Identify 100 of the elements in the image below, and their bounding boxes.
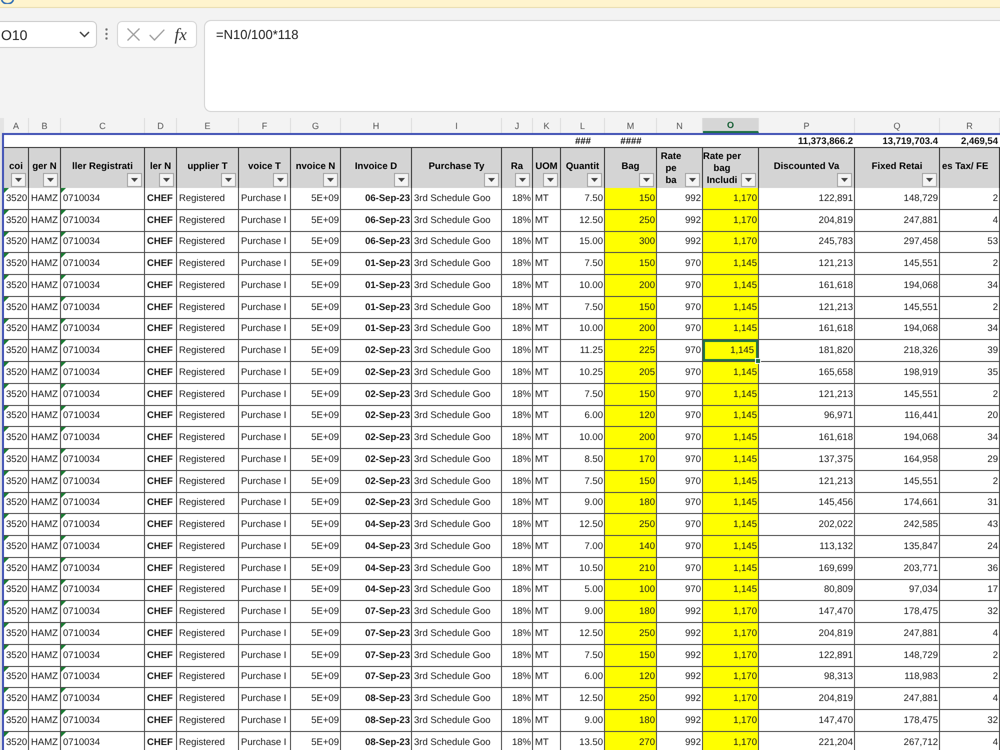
table-cell: HAMZ xyxy=(29,558,61,580)
table-cell: 121,213 xyxy=(759,296,855,318)
table-cell: 5E+09 xyxy=(291,666,341,688)
table-cell: 1,145 xyxy=(703,558,759,580)
filter-button[interactable] xyxy=(484,173,499,187)
table-cell: 3rd Schedule Goo xyxy=(412,253,502,275)
filter-button[interactable] xyxy=(543,173,558,187)
formula-field[interactable]: =N10/100*118 xyxy=(204,20,1000,112)
table-cell: MT xyxy=(533,623,561,645)
chevron-down-icon xyxy=(79,31,90,38)
table-cell: 250 xyxy=(605,688,657,710)
table-cell: HAMZ xyxy=(29,253,61,275)
table-cell: 5E+09 xyxy=(291,580,341,602)
table-cell: 12.50 xyxy=(561,210,605,232)
table-cell: HAMZ xyxy=(29,688,61,710)
filter-button[interactable] xyxy=(43,173,58,187)
filter-button[interactable] xyxy=(741,173,756,187)
table-cell: Purchase I xyxy=(239,580,291,602)
table-cell: 145,551 xyxy=(855,384,940,406)
table-cell: MT xyxy=(533,666,561,688)
filter-button[interactable] xyxy=(515,173,530,187)
filter-button[interactable] xyxy=(685,173,700,187)
table-cell: 170 xyxy=(605,449,657,471)
table-cell: 180 xyxy=(605,601,657,623)
table-cell: 7.50 xyxy=(561,253,605,275)
total-value: 11,373,866.2 xyxy=(798,136,853,146)
cell-text: 0710034 xyxy=(63,258,100,270)
column-letter[interactable]: O xyxy=(703,118,759,133)
table-cell: 5E+09 xyxy=(291,362,341,384)
vertical-dots-icon[interactable] xyxy=(105,28,108,40)
table-cell: MT xyxy=(533,275,561,297)
table-cell: Registered xyxy=(177,710,239,732)
filter-button[interactable] xyxy=(221,173,236,187)
table-cell: 970 xyxy=(657,296,703,318)
cell-text: 3520 xyxy=(6,432,28,444)
table-cell: 18% xyxy=(502,470,533,492)
table-cell: MT xyxy=(533,340,561,362)
filter-button[interactable] xyxy=(159,173,174,187)
table-cell: 3rd Schedule Goo xyxy=(412,666,502,688)
cell-text: 0710034 xyxy=(63,388,100,400)
filter-button[interactable] xyxy=(922,173,937,187)
table-cell: 218,326 xyxy=(855,340,940,362)
table-cell: Purchase I xyxy=(239,623,291,645)
table-cell: 145,551 xyxy=(855,296,940,318)
table-cell: MT xyxy=(533,188,561,210)
cell-text: 0710034 xyxy=(63,454,100,465)
cancel-icon[interactable] xyxy=(127,28,140,41)
check-icon[interactable] xyxy=(149,28,166,40)
table-cell: CHEF xyxy=(145,601,177,623)
header-label: coi xyxy=(9,161,23,173)
table-cell: 204,819 xyxy=(759,623,855,645)
table-cell: 1,145 xyxy=(703,275,759,297)
name-box[interactable]: O10 xyxy=(0,21,97,48)
table-cell: Purchase I xyxy=(239,732,291,750)
table-cell: 4 xyxy=(940,623,1000,645)
table-cell: MT xyxy=(533,514,561,536)
table-cell: 06-Sep-23 xyxy=(341,210,412,232)
cell-text: 3520 xyxy=(6,345,28,356)
table-cell: 11.25 xyxy=(561,340,605,362)
table-cell: 01-Sep-23 xyxy=(341,318,412,340)
table-cell: 1,170 xyxy=(703,601,759,623)
table-cell: Registered xyxy=(177,362,239,384)
table-cell: 150 xyxy=(605,296,657,318)
table-cell: 250 xyxy=(605,210,657,232)
table-cell: 01-Sep-23 xyxy=(341,275,412,297)
filter-button[interactable] xyxy=(837,173,852,187)
header-label: ger N xyxy=(32,161,57,173)
table-cell: 3rd Schedule Goo xyxy=(412,688,502,710)
filter-button[interactable] xyxy=(639,173,654,187)
table-cell: Purchase I xyxy=(239,296,291,318)
insert-function-button[interactable]: fx xyxy=(174,26,187,44)
fill-handle[interactable] xyxy=(755,358,761,364)
table-cell: 204,819 xyxy=(759,688,855,710)
filter-button[interactable] xyxy=(587,173,602,187)
cell-text: 3520 xyxy=(6,280,28,291)
caret-down-icon xyxy=(398,178,405,182)
caret-down-icon xyxy=(689,178,696,182)
filter-button[interactable] xyxy=(323,173,338,187)
table-cell: Purchase I xyxy=(239,644,291,666)
cell-text: 0710034 xyxy=(63,323,100,334)
table-cell: Registered xyxy=(177,688,239,710)
table-cell: 02-Sep-23 xyxy=(341,406,412,428)
table-cell: 992 xyxy=(657,666,703,688)
table-cell: MT xyxy=(533,732,561,750)
table-cell: 5E+09 xyxy=(291,318,341,340)
table-cell: 204,819 xyxy=(759,210,855,232)
table-cell: 5E+09 xyxy=(291,406,341,428)
filter-button[interactable] xyxy=(273,173,288,187)
filter-button[interactable] xyxy=(394,173,409,187)
filter-button[interactable] xyxy=(11,173,26,187)
caret-down-icon xyxy=(547,178,554,182)
table-cell: 07-Sep-23 xyxy=(341,666,412,688)
table-cell: 18% xyxy=(502,362,533,384)
table-cell: 08-Sep-23 xyxy=(341,688,412,710)
table-cell: 5E+09 xyxy=(291,384,341,406)
table-cell: 3rd Schedule Goo xyxy=(412,732,502,750)
filter-button[interactable] xyxy=(127,173,142,187)
table-cell: 247,881 xyxy=(855,688,940,710)
table-cell: 18% xyxy=(502,558,533,580)
table-cell: 2 xyxy=(940,470,1000,492)
